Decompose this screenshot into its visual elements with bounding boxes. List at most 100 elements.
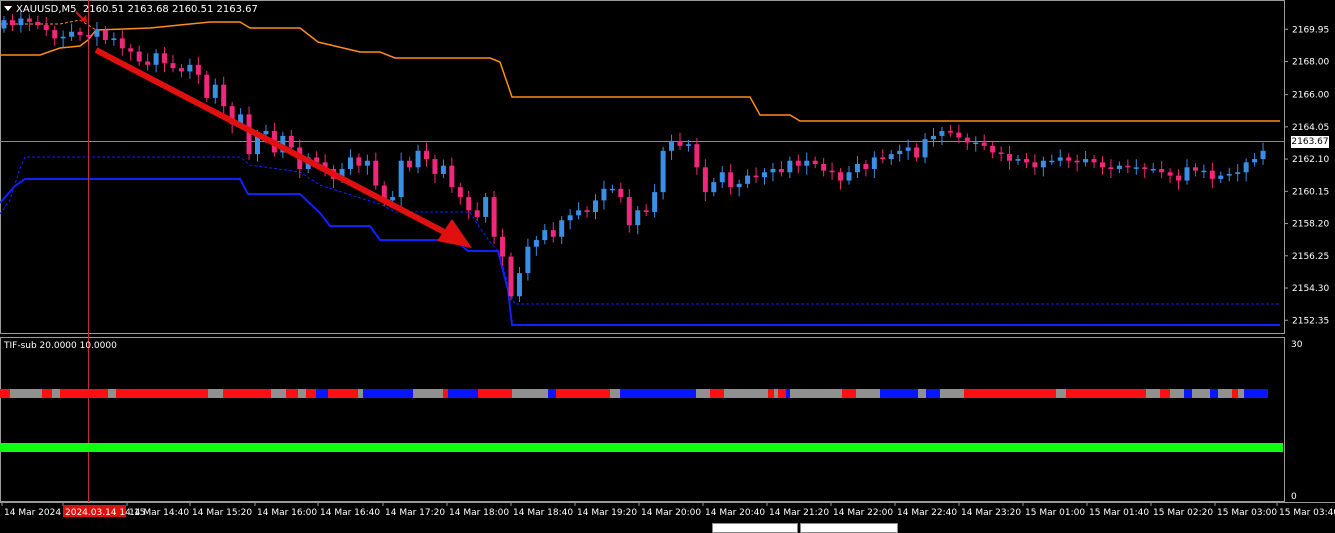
candle (618, 182, 624, 203)
price-tick-label: 2169.95 (1292, 25, 1329, 35)
current-price-label: 2163.67 (1291, 136, 1329, 148)
price-tick-label: 2168.00 (1292, 58, 1329, 68)
candle (178, 63, 184, 78)
candle (221, 76, 227, 114)
collapse-triangle-icon[interactable] (4, 6, 12, 11)
strip-segment (413, 389, 443, 398)
candle (871, 151, 877, 179)
candle (728, 164, 734, 195)
candle (1159, 160, 1165, 179)
symbol-ohlc: 2160.51 2163.68 2160.51 2163.67 (82, 4, 258, 15)
candle (204, 70, 210, 103)
candle (533, 235, 539, 256)
candle (778, 160, 784, 177)
strip-segment (42, 389, 52, 398)
candle (601, 180, 607, 210)
candle (1023, 152, 1029, 169)
strip-segment (448, 389, 478, 398)
candle (1007, 145, 1013, 170)
price-tick-label: 2152.35 (1292, 316, 1329, 326)
strip-segment (1066, 389, 1146, 398)
candle (440, 159, 446, 179)
candle (1167, 168, 1173, 184)
candle (981, 134, 987, 150)
strip-segment (724, 389, 768, 398)
candle (863, 159, 869, 177)
candle (1057, 149, 1063, 167)
candle (939, 126, 945, 146)
candle (542, 224, 548, 245)
candle (77, 27, 83, 41)
candle (373, 152, 379, 190)
candle (1015, 154, 1021, 165)
strip-segment (208, 389, 223, 398)
candle (846, 166, 852, 185)
strip-segment (286, 389, 298, 398)
strip-segment (1146, 389, 1160, 398)
strip-segment (556, 389, 610, 398)
time-tick-label: 15 Mar 02:20 (1153, 508, 1213, 518)
candle (364, 154, 370, 175)
strip-segment (856, 389, 880, 398)
candle (947, 124, 953, 137)
strip-segment (964, 389, 1056, 398)
time-tick-label: 14 Mar 14:40 (129, 508, 189, 518)
strip-segment (1238, 389, 1244, 398)
candle (407, 156, 413, 172)
time-tick-label: 15 Mar 01:40 (1089, 508, 1149, 518)
lower-channel-line (0, 178, 1280, 326)
sub-axis-tick: 0 (1291, 492, 1297, 502)
strip-segment (786, 389, 790, 398)
strip-segment (768, 389, 774, 398)
strip-segment (1170, 389, 1184, 398)
candle (347, 149, 353, 175)
candle (102, 25, 108, 45)
time-tick-label: 14 Mar 17:20 (385, 508, 445, 518)
strip-segment (620, 389, 696, 398)
chart-tab[interactable] (800, 523, 898, 533)
candle (187, 58, 193, 79)
candle (69, 23, 75, 41)
time-tick-label: 15 Mar 01:00 (1025, 508, 1085, 518)
time-tick-label: 14 Mar 22:40 (897, 508, 957, 518)
candle (1032, 154, 1038, 175)
symbol-header[interactable]: XAUUSD,M5 2160.51 2163.68 2160.51 2163.6… (2, 4, 258, 15)
candle (660, 146, 666, 200)
candle (829, 162, 835, 180)
time-axis: 14 Mar 2024 2024.03.14 14:1514 Mar 14:40 1… (1, 502, 1335, 518)
candle (26, 14, 32, 31)
candle (1133, 159, 1139, 175)
candle (162, 47, 168, 73)
strip-segment (1056, 389, 1066, 398)
candle (119, 30, 125, 56)
candle (483, 192, 489, 223)
candle (1226, 167, 1232, 182)
strip-segment (778, 389, 786, 398)
candle (153, 49, 159, 73)
candle (525, 238, 531, 281)
candle (1235, 164, 1241, 182)
candle (609, 184, 615, 193)
strip-segment (10, 389, 42, 398)
candle (1108, 159, 1114, 179)
chart-tab[interactable] (712, 523, 798, 533)
candle (212, 78, 218, 104)
strip-segment (790, 389, 842, 398)
time-tick-label: 14 Mar 19:20 (577, 508, 637, 518)
subwindow-title: TIF-sub 20.0000 10.0000 (4, 341, 117, 351)
candle (1040, 156, 1046, 177)
candle (1243, 158, 1249, 182)
candle (897, 144, 903, 162)
time-tick-label: 14 Mar 15:20 (192, 508, 252, 518)
candle (711, 178, 717, 197)
candle (1150, 162, 1156, 174)
time-tick-label: 14 Mar 20:40 (705, 508, 765, 518)
chart-canvas[interactable]: 2169.95 2168.00 2166.00 2164.05 2162.10 2160.… (0, 0, 1335, 529)
price-tick-label: 2154.30 (1292, 284, 1329, 294)
candle (770, 162, 776, 182)
candle (449, 157, 455, 193)
candle (111, 32, 117, 46)
candle (812, 156, 818, 169)
strip-segment (548, 389, 556, 398)
symbol-name: XAUUSD,M5 (16, 4, 77, 15)
